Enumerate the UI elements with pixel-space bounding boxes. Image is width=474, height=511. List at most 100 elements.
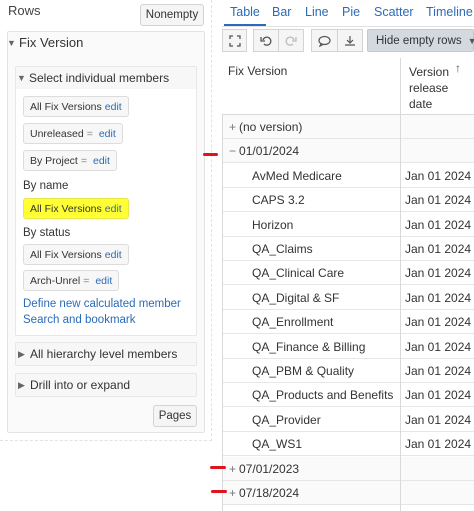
row-name: QA_Claims [252,242,313,256]
chip-text: All Fix Versions [30,248,102,261]
chip-edit-link[interactable]: edit [95,275,112,287]
undo-icon [260,36,272,46]
hide-empty-rows-button[interactable]: Hide empty rows ▼ [367,29,474,52]
tab-line[interactable]: Line [305,5,329,19]
undo-button[interactable] [253,29,278,52]
member-chip[interactable]: All Fix Versions edit [23,244,129,265]
row-label: 01/01/2024 [239,144,300,159]
by-name-chip[interactable]: All Fix Versions edit [23,198,129,219]
all-hierarchy-levels-section[interactable]: ▶ All hierarchy level members [15,342,197,366]
row-name: −01/01/2024 [229,144,299,158]
row-name: +07/01/2023 [229,462,299,476]
define-calculated-member-link[interactable]: Define new calculated member [23,298,181,310]
rows-title: Rows [8,3,41,18]
expand-icon[interactable]: + [229,462,236,476]
expand-icon[interactable]: + [229,486,236,500]
chip-edit-link[interactable]: edit [93,155,110,167]
chip-text: By Project [30,154,78,167]
group-row[interactable]: −01/01/2024 [223,139,474,164]
chip-edit-link[interactable]: edit [105,203,122,215]
chip-text: Unreleased [30,127,84,140]
nonempty-button[interactable]: Nonempty [140,4,204,26]
row-name: QA_Finance & Billing [252,339,366,354]
chip-equals: = [80,154,87,167]
row-release-date: Jan 01 2024 [405,290,472,305]
row-name: QA_Provider [252,412,321,427]
row-release-date: Jan 01 2024 [405,437,472,452]
member-chip[interactable]: Arch-Unrel = edit [23,270,120,291]
rows-panel: Rows Nonempty ▼ Fix Version ▼ Select ind… [0,0,214,511]
chip-text: All Fix Versions [30,202,102,215]
row-release-date: Jan 01 2024 [405,266,472,281]
row-release-date: Jan 01 2024 [405,242,472,256]
by-status-label: By status [23,227,71,239]
row-name: QA_Products and Benefits [252,388,394,403]
group-row[interactable]: + (no version) [223,115,474,139]
redo-button[interactable] [278,29,304,52]
export-button[interactable] [337,29,363,52]
chevron-right-icon: ▶ [18,379,25,390]
row-name: CAPS 3.2 [252,193,305,208]
expand-icon[interactable]: + [229,120,236,134]
column-header-release-date[interactable]: Version release date [409,64,459,112]
chip-edit-link[interactable]: edit [99,128,116,140]
chip-edit-link[interactable]: edit [105,101,122,113]
all-levels-label: All hierarchy level members [30,347,178,361]
chevron-down-icon: ▼ [17,73,26,83]
row-release-date: Jan 01 2024 [405,168,472,183]
fix-version-header[interactable]: ▼ Fix Version [7,35,83,50]
header-line: release [409,81,449,95]
select-members-header[interactable]: ▼ Select individual members [17,71,169,85]
sort-ascending-icon[interactable]: ↑ [455,61,461,75]
tab-pie[interactable]: Pie [342,5,360,19]
annotation-mark [210,466,226,469]
tab-timeline[interactable]: Timeline [426,5,473,19]
column-header-fix-version[interactable]: Fix Version [228,64,287,78]
tab-bar[interactable]: Bar [272,5,291,19]
tab-scatter[interactable]: Scatter [374,5,414,19]
group-row[interactable]: +07/01/2023 [223,456,474,481]
tabs-divider [222,26,474,27]
table-row[interactable]: QA_Clinical Care Jan 01 2024 [223,261,474,286]
row-name: +07/18/2024 [229,486,299,500]
chip-text: Arch-Unrel [30,274,81,287]
chip-edit-link[interactable]: edit [105,249,122,261]
chevron-down-icon: ▼ [7,37,16,48]
tab-table[interactable]: Table [230,5,260,19]
chip-text: All Fix Versions [30,100,102,113]
table-row[interactable]: AvMed Medicare Jan 01 2024 [223,164,474,188]
table-row[interactable]: QA_Provider Jan 01 2024 [223,408,474,432]
table-row[interactable]: QA_Claims Jan 01 2024 [223,237,474,261]
hide-empty-rows-label: Hide empty rows [376,34,462,47]
table-row[interactable]: CAPS 3.2 Jan 01 2024 [223,188,474,213]
row-release-date: Jan 01 2024 [405,315,472,330]
search-bookmark-link[interactable]: Search and bookmark [23,314,136,326]
table-row[interactable]: QA_Enrollment Jan 01 2024 [223,310,474,335]
table-row[interactable]: QA_Digital & SF Jan 01 2024 [223,286,474,310]
member-chip[interactable]: Unreleased = edit [23,123,123,144]
table-row[interactable]: QA_Finance & Billing Jan 01 2024 [223,335,474,359]
table-row[interactable]: QA_WS1 Jan 01 2024 [223,432,474,457]
table-row[interactable]: QA_Products and Benefits Jan 01 2024 [223,383,474,408]
table-row[interactable]: QA_PBM & Quality Jan 01 2024 [223,359,474,383]
fullscreen-button[interactable] [222,29,247,52]
annotation-mark [203,153,218,156]
member-chip[interactable]: By Project = edit [23,150,117,171]
row-release-date: Jan 01 2024 [405,193,472,208]
column-divider [400,58,401,511]
pages-button[interactable]: Pages [153,405,197,427]
fix-version-label: Fix Version [19,35,84,50]
row-name: QA_WS1 [252,437,303,452]
row-name: QA_PBM & Quality [252,364,355,378]
row-name: QA_Digital & SF [252,290,340,305]
export-icon [345,35,355,46]
member-chip[interactable]: All Fix Versions edit [23,96,129,117]
panel-divider [0,440,212,441]
collapse-icon[interactable]: − [229,144,236,158]
table-row[interactable]: Horizon Jan 01 2024 [223,213,474,237]
row-release-date: Jan 01 2024 [405,412,472,427]
row-release-date: Jan 01 2024 [405,217,472,232]
group-row[interactable]: +07/18/2024 [223,481,474,505]
drill-into-section[interactable]: ▶ Drill into or expand [15,373,197,397]
comment-button[interactable] [311,29,337,52]
